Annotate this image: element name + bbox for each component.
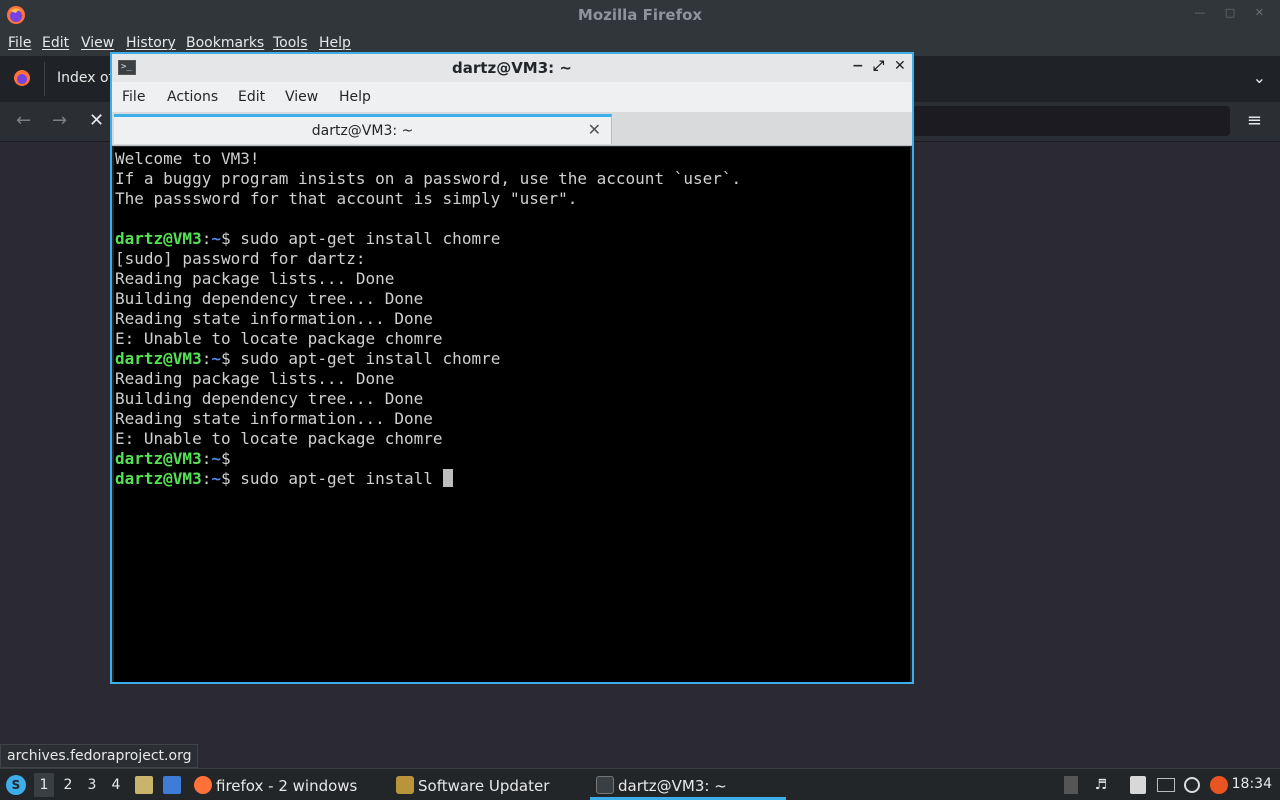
terminal-line: dartz@VM3:~$ xyxy=(114,449,910,469)
terminal-tab-title: dartz@VM3: ~ xyxy=(311,123,414,139)
firefox-window-controls[interactable]: — □ ✕ xyxy=(1194,6,1272,19)
close-icon[interactable]: ✕ xyxy=(894,58,906,74)
task-label: dartz@VM3: ~ xyxy=(618,777,727,795)
terminal-line: dartz@VM3:~$ sudo apt-get install chomre xyxy=(114,229,910,249)
maximize-icon[interactable]: ⤢ xyxy=(873,58,884,74)
terminal-menu-file[interactable]: File xyxy=(122,89,145,105)
prompt-user: dartz@VM3 xyxy=(115,449,202,468)
task-label: firefox - 2 windows xyxy=(216,777,358,795)
prompt-colon: : xyxy=(201,449,212,468)
command-text: sudo apt-get install chomre xyxy=(230,229,501,248)
back-icon[interactable]: ← xyxy=(16,110,31,131)
terminal-menubar: File Actions Edit View Help xyxy=(112,82,912,112)
terminal-line: Reading package lists... Done xyxy=(115,369,395,388)
prompt-dir: ~ xyxy=(211,229,221,248)
link-status-bar: archives.fedoraproject.org xyxy=(0,744,199,768)
workspace-1[interactable]: 1 xyxy=(34,773,54,797)
network-icon[interactable] xyxy=(1157,778,1175,792)
prompt-dollar: $ xyxy=(220,229,231,248)
firefox-menu-history[interactable]: History xyxy=(126,35,176,51)
updates-icon[interactable] xyxy=(1184,777,1200,793)
prompt-dollar: $ xyxy=(220,349,231,368)
list-all-tabs-icon[interactable]: ⌄ xyxy=(1253,68,1266,87)
terminal-line: E: Unable to locate package chomre xyxy=(115,429,443,448)
task-software-updater[interactable]: Software Updater xyxy=(396,769,586,800)
terminal-menu-actions[interactable]: Actions xyxy=(167,89,218,105)
prompt-dir: ~ xyxy=(211,449,221,468)
terminal-line: Building dependency tree... Done xyxy=(115,389,424,408)
firefox-menu-bookmarks[interactable]: Bookmarks xyxy=(186,35,264,51)
terminal-menu-help[interactable]: Help xyxy=(339,89,371,105)
software-updater-icon xyxy=(396,776,414,794)
firefox-menu-edit[interactable]: Edit xyxy=(42,35,69,51)
workspace-3[interactable]: 3 xyxy=(82,777,102,793)
prompt-dir: ~ xyxy=(211,469,221,488)
task-firefox[interactable]: firefox - 2 windows xyxy=(194,769,384,800)
terminal-line: Reading state information... Done xyxy=(115,309,433,328)
firefox-view-icon[interactable] xyxy=(12,68,32,88)
prompt-colon: : xyxy=(201,229,212,248)
prompt-user: dartz@VM3 xyxy=(115,469,202,488)
forward-icon[interactable]: → xyxy=(52,110,67,131)
terminal-line: Building dependency tree... Done xyxy=(115,289,424,308)
terminal-window[interactable]: >_ dartz@VM3: ~ − ⤢ ✕ File Actions Edit … xyxy=(110,52,914,684)
command-text: sudo apt-get install chomre xyxy=(230,349,501,368)
clipboard-icon[interactable] xyxy=(1130,776,1146,794)
terminal-line: The passsword for that account is simply… xyxy=(115,189,578,208)
taskbar: S 1 2 3 4 firefox - 2 windows Software U… xyxy=(0,768,1280,800)
tab-separator xyxy=(44,62,45,96)
ubuntu-icon[interactable] xyxy=(1210,776,1228,794)
terminal-line: Reading package lists... Done xyxy=(115,269,395,288)
menu-icon[interactable]: ≡ xyxy=(1247,110,1262,131)
prompt-colon: : xyxy=(201,349,212,368)
minimize-icon[interactable]: − xyxy=(852,58,864,74)
clock[interactable]: 18:34 xyxy=(1232,776,1272,792)
terminal-window-title: dartz@VM3: ~ xyxy=(452,59,572,77)
prompt-colon: : xyxy=(201,469,212,488)
firefox-menu-file[interactable]: File xyxy=(8,35,31,51)
workspace-2[interactable]: 2 xyxy=(58,777,78,793)
firefox-tab-index[interactable]: Index of xyxy=(57,70,114,86)
text-cursor xyxy=(442,469,453,487)
workspace-4[interactable]: 4 xyxy=(106,777,126,793)
firefox-titlebar: Mozilla Firefox — □ ✕ xyxy=(0,0,1280,30)
file-manager-icon[interactable] xyxy=(135,776,153,794)
terminal-line: Welcome to VM3! xyxy=(115,149,260,168)
terminal-line: dartz@VM3:~$ sudo apt-get install chomre xyxy=(114,349,910,369)
removable-media-icon[interactable] xyxy=(1064,776,1078,794)
firefox-menu-view[interactable]: View xyxy=(81,35,114,51)
tab-close-icon[interactable]: ✕ xyxy=(588,120,601,139)
firefox-menu-tools[interactable]: Tools xyxy=(273,35,308,51)
terminal-line: If a buggy program insists on a password… xyxy=(115,169,742,188)
terminal-output[interactable]: Welcome to VM3! If a buggy program insist… xyxy=(114,147,910,682)
task-label: Software Updater xyxy=(418,777,550,795)
terminal-menu-edit[interactable]: Edit xyxy=(238,89,265,105)
firefox-window-title: Mozilla Firefox xyxy=(577,6,703,24)
stop-icon[interactable]: ✕ xyxy=(89,110,104,131)
app-launcher-icon[interactable]: S xyxy=(6,775,26,795)
terminal-tabbar: dartz@VM3: ~ ✕ xyxy=(112,112,912,146)
prompt-user: dartz@VM3 xyxy=(115,349,202,368)
prompt-dir: ~ xyxy=(211,349,221,368)
terminal-line: [sudo] password for dartz: xyxy=(115,249,366,268)
prompt-user: dartz@VM3 xyxy=(115,229,202,248)
url-bar[interactable] xyxy=(905,106,1230,136)
terminal-line: Reading state information... Done xyxy=(115,409,433,428)
terminal-tab[interactable]: dartz@VM3: ~ ✕ xyxy=(114,114,612,144)
terminal-icon xyxy=(596,776,614,794)
volume-icon[interactable]: ♬ xyxy=(1092,776,1110,794)
prompt-dollar: $ xyxy=(220,469,231,488)
show-desktop-icon[interactable] xyxy=(163,776,181,794)
firefox-menu-help[interactable]: Help xyxy=(319,35,351,51)
terminal-menu-view[interactable]: View xyxy=(285,89,318,105)
terminal-line: dartz@VM3:~$ sudo apt-get install xyxy=(114,469,910,489)
prompt-dollar: $ xyxy=(220,449,231,468)
firefox-icon xyxy=(194,776,212,794)
terminal-line: E: Unable to locate package chomre xyxy=(115,329,443,348)
task-terminal[interactable]: dartz@VM3: ~ xyxy=(590,769,786,800)
command-text: sudo apt-get install xyxy=(230,469,443,488)
terminal-titlebar[interactable]: >_ dartz@VM3: ~ − ⤢ ✕ xyxy=(112,54,912,82)
